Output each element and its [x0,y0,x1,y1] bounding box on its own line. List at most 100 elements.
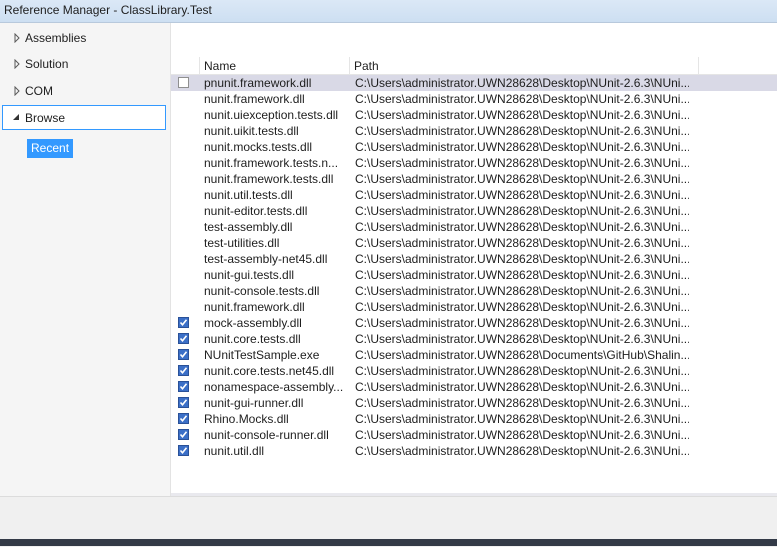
table-row[interactable]: nunit.framework.dll C:\Users\administrato… [171,91,777,107]
reference-list: Name Path pnunit.framework.dll C:\Users\a… [171,57,777,496]
row-path: C:\Users\administrator.UWN28628\Desktop\… [355,364,689,378]
row-checkbox[interactable] [178,381,189,392]
checkmark-icon [179,367,188,375]
row-path: C:\Users\administrator.UWN28628\Desktop\… [355,140,689,154]
checkmark-icon [179,351,188,359]
checkbox-column-header[interactable] [171,57,200,74]
row-name: mock-assembly.dll [204,316,302,330]
row-path: C:\Users\administrator.UWN28628\Desktop\… [355,252,689,266]
row-checkbox[interactable] [178,397,189,408]
row-name: nunit.uiexception.tests.dll [204,108,339,122]
column-header-name[interactable]: Name [200,57,350,74]
table-row[interactable]: nunit.core.tests.dll C:\Users\administrat… [171,331,777,347]
checkmark-icon [179,383,188,391]
table-row[interactable]: nunit-console.tests.dll C:\Users\administ… [171,283,777,299]
row-checkbox[interactable] [178,365,189,376]
title-bar: Reference Manager - ClassLibrary.Test [0,0,777,23]
sidebar-subitem-recent[interactable]: Recent [27,139,74,158]
table-row[interactable]: nunit.util.tests.dll C:\Users\administrat… [171,187,777,203]
row-checkbox[interactable] [178,317,189,328]
row-path: C:\Users\administrator.UWN28628\Desktop\… [355,332,689,346]
column-header-label: Path [354,59,379,73]
column-header-label: Name [204,59,237,73]
row-name: nunit-console.tests.dll [204,284,320,298]
row-name: test-utilities.dll [204,236,280,250]
table-row[interactable]: nunit-console-runner.dll C:\Users\adminis… [171,427,777,443]
row-path: C:\Users\administrator.UWN28628\Desktop\… [355,236,689,250]
table-row[interactable]: nonamespace-assembly... C:\Users\administ… [171,379,777,395]
row-name: test-assembly.dll [204,220,293,234]
table-row[interactable]: nunit.framework.tests.n... C:\Users\admin… [171,155,777,171]
row-checkbox[interactable] [178,445,189,456]
row-checkbox[interactable] [178,429,189,440]
sidebar-item-label: Assemblies [25,31,87,45]
checkmark-icon [179,447,188,455]
table-row[interactable]: test-utilities.dll C:\Users\administrator… [171,235,777,251]
table-row[interactable]: test-assembly.dll C:\Users\administrator.… [171,219,777,235]
checkmark-icon [179,335,188,343]
sidebar-item-solution[interactable]: Solution [2,52,166,77]
table-row[interactable]: nunit.uiexception.tests.dll C:\Users\admi… [171,107,777,123]
row-name: nunit.framework.dll [204,92,305,106]
row-name: nunit.framework.tests.n... [204,156,339,170]
table-row[interactable]: mock-assembly.dll C:\Users\administrator.… [171,315,777,331]
table-row[interactable]: nunit-gui.tests.dll C:\Users\administrato… [171,267,777,283]
sidebar-item-label: COM [25,84,53,98]
row-name: nunit-editor.tests.dll [204,204,308,218]
table-row[interactable]: nunit.framework.dll C:\Users\administrato… [171,299,777,315]
table-row[interactable]: nunit.util.dll C:\Users\administrator.UWN… [171,443,777,459]
sidebar-item-label: Solution [25,57,69,71]
table-row[interactable]: nunit.core.tests.net45.dll C:\Users\admin… [171,363,777,379]
row-path: C:\Users\administrator.UWN28628\Desktop\… [355,396,689,410]
table-row[interactable]: test-assembly-net45.dll C:\Users\administ… [171,251,777,267]
sidebar-item-browse[interactable]: Browse [2,105,166,130]
sidebar-item-assemblies[interactable]: Assemblies [2,26,166,51]
row-path: C:\Users\administrator.UWN28628\Desktop\… [355,204,689,218]
row-path: C:\Users\administrator.UWN28628\Desktop\… [355,220,689,234]
sidebar-item-label: Browse [25,111,66,125]
list-header: Name Path [171,57,777,75]
row-path: C:\Users\administrator.UWN28628\Desktop\… [355,284,689,298]
column-header-path[interactable]: Path [350,57,699,74]
collapse-arrow-icon[interactable] [11,112,21,122]
expand-arrow-icon[interactable] [12,86,22,96]
table-row[interactable]: Rhino.Mocks.dll C:\Users\administrator.UW… [171,411,777,427]
row-name: nunit.uikit.tests.dll [204,124,299,138]
checkmark-icon [179,431,188,439]
sidebar-item-com[interactable]: COM [2,79,166,104]
list-rows: pnunit.framework.dll C:\Users\administrat… [171,75,777,459]
taskbar-edge [0,539,777,546]
row-path: C:\Users\administrator.UWN28628\Desktop\… [355,92,689,106]
table-row[interactable]: nunit.mocks.tests.dll C:\Users\administra… [171,139,777,155]
row-checkbox[interactable] [178,413,189,424]
dialog-body: Assemblies Solution COM Browse Recent Na… [0,23,777,496]
row-path: C:\Users\administrator.UWN28628\Desktop\… [355,444,689,458]
row-path: C:\Users\administrator.UWN28628\Desktop\… [355,172,689,186]
row-name: nunit.framework.tests.dll [204,172,334,186]
table-row[interactable]: nunit-editor.tests.dll C:\Users\administr… [171,203,777,219]
table-row[interactable]: NUnitTestSample.exe C:\Users\administrato… [171,347,777,363]
row-name: nunit.util.dll [204,444,265,458]
row-path: C:\Users\administrator.UWN28628\Desktop\… [355,124,689,138]
row-name: test-assembly-net45.dll [204,252,328,266]
checkmark-icon [179,399,188,407]
row-name: NUnitTestSample.exe [204,348,320,362]
row-path: C:\Users\administrator.UWN28628\Desktop\… [355,268,689,282]
row-path: C:\Users\administrator.UWN28628\Document… [355,348,689,362]
table-row[interactable]: nunit.framework.tests.dll C:\Users\admini… [171,171,777,187]
table-row[interactable]: nunit.uikit.tests.dll C:\Users\administra… [171,123,777,139]
row-checkbox[interactable] [178,333,189,344]
row-checkbox[interactable] [178,349,189,360]
row-path: C:\Users\administrator.UWN28628\Desktop\… [355,108,689,122]
row-path: C:\Users\administrator.UWN28628\Desktop\… [355,428,689,442]
row-path: C:\Users\administrator.UWN28628\Desktop\… [355,188,689,202]
row-checkbox[interactable] [178,77,189,88]
table-row[interactable]: nunit-gui-runner.dll C:\Users\administrat… [171,395,777,411]
expand-arrow-icon[interactable] [12,59,22,69]
expand-arrow-icon[interactable] [12,33,22,43]
row-name: nunit-gui-runner.dll [204,396,304,410]
row-path: C:\Users\administrator.UWN28628\Desktop\… [355,156,689,170]
row-path: C:\Users\administrator.UWN28628\Desktop\… [355,300,689,314]
table-row[interactable]: pnunit.framework.dll C:\Users\administrat… [171,75,777,91]
row-path: C:\Users\administrator.UWN28628\Desktop\… [355,76,689,90]
